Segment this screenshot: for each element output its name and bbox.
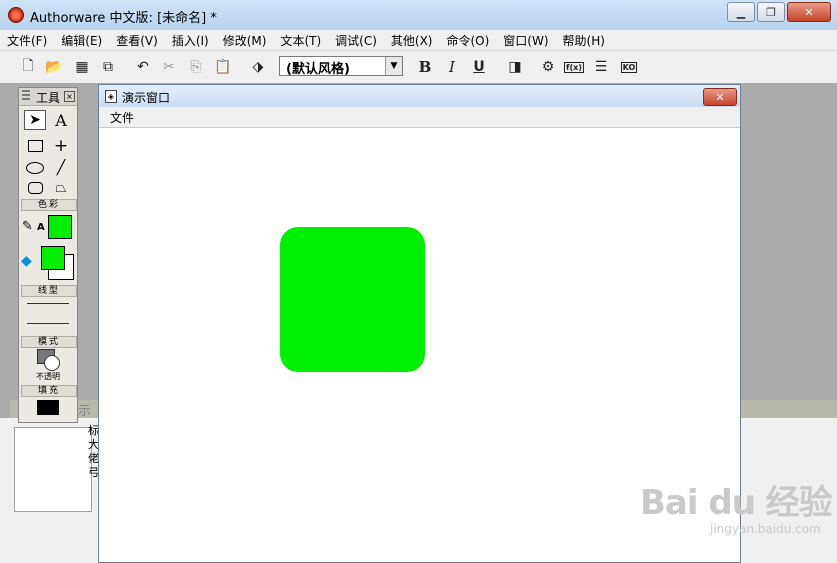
color-section-label: 色彩 [21, 199, 77, 211]
functions-button[interactable]: f(x) [564, 57, 584, 77]
underline-button[interactable]: U [469, 57, 489, 77]
tools-palette-title: 工具 [36, 91, 61, 105]
polygon-tool[interactable]: ⏢ [50, 178, 72, 198]
pointer-tool[interactable]: ➤ [24, 110, 46, 130]
menu-debug[interactable]: 调试(C) [328, 32, 384, 49]
menu-view[interactable]: 查看(V) [109, 32, 165, 49]
presentation-menu-file[interactable]: 文件 [110, 109, 134, 126]
fill-section-label: 填充 [21, 385, 77, 397]
presentation-window-titlebar[interactable]: ◈ 演示窗口 ✕ [99, 85, 740, 108]
presentation-close-button[interactable]: ✕ [703, 88, 737, 106]
diagonal-line-tool[interactable]: ╱ [50, 158, 72, 178]
ellipse-tool[interactable] [24, 158, 46, 178]
restore-icon: ❐ [766, 5, 776, 19]
new-file-icon[interactable]: 🗋 [18, 57, 38, 77]
knowledge-objects-button[interactable]: KO [619, 57, 639, 77]
window-title: Authorware 中文版: [未命名] * [30, 11, 217, 26]
fill-pattern-swatch[interactable] [37, 400, 59, 415]
chevron-down-icon[interactable]: ▼ [385, 57, 402, 75]
menu-insert[interactable]: 插入(I) [165, 32, 216, 49]
straight-line-tool[interactable]: + [50, 136, 72, 156]
variables-icon[interactable]: ☰ [591, 57, 611, 77]
paint-bucket-icon: ◆ [21, 253, 32, 269]
import-icon[interactable]: ⧉ [98, 57, 118, 77]
pencil-icon: ✎ [22, 219, 33, 234]
watermark-sub: jingyan.baidu.com [710, 522, 821, 536]
presentation-window-title: 演示窗口 [122, 91, 171, 105]
italic-button[interactable]: I [442, 57, 462, 77]
fill-foreground-color-swatch[interactable] [41, 246, 65, 270]
text-tool[interactable]: A [50, 110, 72, 130]
diagonal-line-icon: ╱ [56, 160, 66, 176]
window-controls: ▁ ❐ ✕ [727, 2, 831, 22]
close-button[interactable]: ✕ [787, 2, 831, 22]
cut-icon[interactable]: ✂ [159, 57, 179, 77]
ellipse-icon [26, 162, 44, 174]
bold-button[interactable]: B [415, 57, 435, 77]
line-style-thin[interactable] [27, 303, 69, 304]
menu-window[interactable]: 窗口(W) [496, 32, 555, 49]
text-style-select[interactable]: (默认风格) ▼ [279, 56, 403, 77]
restart-icon[interactable]: ◨ [505, 57, 525, 77]
mode-section-label: 模式 [21, 336, 77, 348]
line-text-color-swatch[interactable] [48, 215, 72, 239]
tools-palette[interactable]: 工具 × ➤ A + ╱ ⏢ 色彩 ✎ A ◆ 线型 模式 不透明 填充 [18, 87, 78, 423]
functions-label: f(x) [564, 61, 584, 73]
save-all-icon[interactable]: ▦ [72, 57, 92, 77]
baidu-jingyan-watermark: Bai du 经验 jingyan.baidu.com [640, 475, 833, 536]
control-panel-icon[interactable]: ⚙ [538, 57, 558, 77]
menu-edit[interactable]: 编辑(E) [54, 32, 109, 49]
menu-file[interactable]: 文件(F) [0, 32, 54, 49]
line-style-medium[interactable] [27, 323, 69, 324]
drag-grip-icon[interactable] [22, 90, 30, 102]
close-icon: ✕ [804, 5, 814, 19]
title-bar: Authorware 中文版: [未命名] * ▁ ❐ ✕ [0, 0, 837, 31]
menu-other[interactable]: 其他(X) [384, 32, 440, 49]
restore-button[interactable]: ❐ [757, 2, 785, 22]
copy-icon[interactable]: ⎘ [186, 57, 206, 77]
menu-text[interactable]: 文本(T) [273, 32, 328, 49]
paste-icon[interactable]: 📋 [213, 57, 233, 77]
close-icon[interactable]: × [64, 91, 75, 102]
crosshair-icon: + [53, 136, 69, 156]
cursor-arrow-icon: ➤ [29, 112, 41, 128]
background-strip-text: 示 [78, 404, 92, 419]
mode-value: 不透明 [36, 372, 60, 381]
presentation-window-icon: ◈ [105, 90, 117, 103]
knowledge-objects-label: KO [620, 61, 638, 73]
rectangle-tool[interactable] [24, 136, 46, 156]
presentation-menu-bar: 文件 [99, 107, 740, 128]
menu-commands[interactable]: 命令(O) [439, 32, 496, 49]
polygon-icon: ⏢ [55, 180, 67, 196]
text-style-value: (默认风格) [286, 62, 350, 77]
properties-listbox[interactable] [14, 427, 92, 512]
undo-icon[interactable]: ↶ [133, 57, 153, 77]
menu-help[interactable]: 帮助(H) [556, 32, 612, 49]
menu-modify[interactable]: 修改(M) [216, 32, 274, 49]
rounded-rectangle-icon [27, 182, 43, 194]
minimize-button[interactable]: ▁ [727, 2, 755, 22]
green-rounded-rectangle[interactable] [280, 227, 425, 372]
find-icon[interactable]: ⬗ [248, 57, 268, 77]
tools-palette-header[interactable]: 工具 × [19, 88, 77, 106]
line-style-section-label: 线型 [21, 285, 77, 297]
watermark-main: Bai du 经验 [640, 483, 833, 523]
authorware-app-icon[interactable] [8, 7, 24, 23]
toolbar: 🗋 📂 ▦ ⧉ ↶ ✂ ⎘ 📋 ⬗ (默认风格) ▼ B I U ◨ ⚙ f(x… [0, 50, 837, 84]
mode-circle-icon[interactable] [44, 355, 60, 371]
color-text-label: A [37, 222, 45, 233]
menu-bar: 文件(F) 编辑(E) 查看(V) 插入(I) 修改(M) 文本(T) 调试(C… [0, 30, 837, 50]
close-icon: ✕ [715, 90, 725, 104]
minimize-icon: ▁ [736, 5, 746, 19]
open-folder-icon[interactable]: 📂 [44, 57, 64, 77]
rounded-rectangle-tool[interactable] [24, 178, 46, 198]
rectangle-icon [27, 140, 43, 152]
